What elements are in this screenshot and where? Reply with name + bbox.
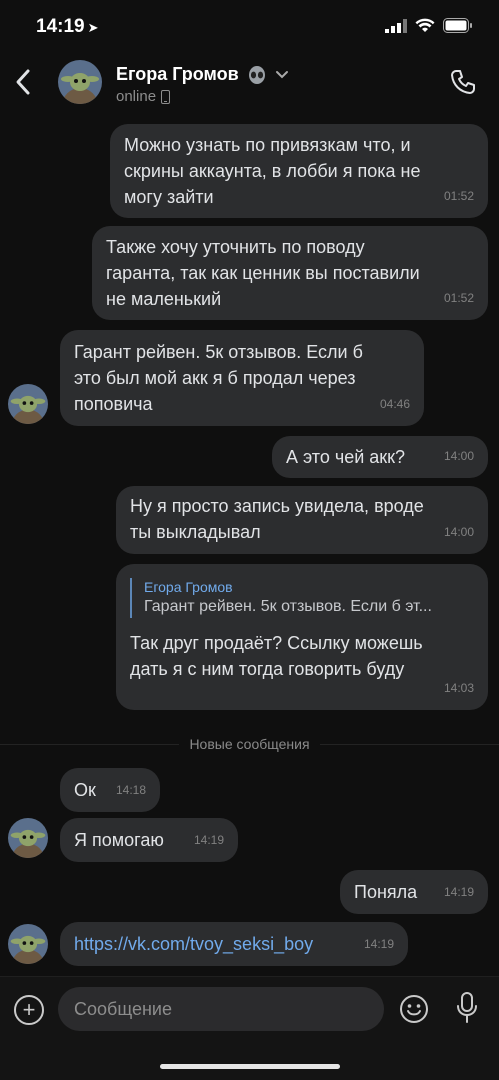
message-outgoing[interactable]: А это чей акк? 14:00 — [272, 436, 488, 478]
online-status: online — [116, 88, 157, 105]
location-arrow-icon: ➤ — [87, 20, 99, 35]
status-time: 14:19 — [36, 16, 85, 37]
avatar[interactable] — [8, 818, 48, 858]
message-time: 14:00 — [443, 525, 474, 539]
alien-emoji-icon — [248, 65, 265, 84]
message-time: 14:00 — [443, 449, 474, 463]
avatar[interactable] — [8, 924, 48, 964]
message-time: 14:19 — [193, 833, 224, 847]
message-text: Можно узнать по привязкам что, и скрины … — [124, 135, 421, 207]
message-text: Так друг продаёт? Ссылку можешь дать я с… — [130, 633, 423, 679]
message-incoming[interactable]: Ок 14:18 — [60, 768, 160, 812]
message-time: 01:52 — [443, 291, 474, 305]
new-messages-divider: Новые сообщения — [179, 736, 320, 752]
message-outgoing[interactable]: Можно узнать по привязкам что, и скрины … — [110, 124, 488, 218]
message-text: Также хочу уточнить по поводу гаранта, т… — [106, 237, 420, 309]
message-input[interactable] — [58, 987, 384, 1031]
contact-name[interactable]: Егора Громов — [116, 64, 239, 85]
mobile-icon — [161, 89, 171, 104]
message-time: 14:19 — [443, 885, 474, 899]
message-incoming[interactable]: Я помогаю 14:19 — [60, 818, 238, 862]
microphone-icon[interactable] — [454, 991, 480, 1025]
message-text: Ну я просто запись увидела, вроде ты вык… — [130, 496, 424, 542]
home-indicator — [160, 1064, 340, 1069]
message-time: 14:19 — [363, 937, 394, 951]
reply-quote[interactable]: Егора Громов Гарант рейвен. 5к отзывов. … — [130, 578, 474, 618]
signal-icon — [385, 18, 407, 33]
message-outgoing[interactable]: Поняла 14:19 — [340, 870, 488, 914]
emoji-icon[interactable] — [398, 993, 430, 1025]
message-time: 04:46 — [379, 397, 410, 411]
message-time: 01:52 — [443, 189, 474, 203]
avatar[interactable] — [8, 384, 48, 424]
message-incoming[interactable]: https://vk.com/tvoy_seksi_boy 14:19 — [60, 922, 408, 966]
reply-author: Егора Громов — [144, 579, 233, 595]
message-outgoing[interactable]: Также хочу уточнить по поводу гаранта, т… — [92, 226, 488, 320]
back-icon[interactable] — [12, 66, 34, 98]
avatar[interactable] — [58, 60, 102, 104]
phone-icon[interactable] — [449, 68, 477, 96]
chevron-down-icon[interactable] — [275, 70, 289, 80]
wifi-icon — [415, 18, 435, 32]
battery-icon — [443, 18, 472, 33]
chat-header: Егора Громов online — [0, 52, 499, 112]
message-input-box[interactable] — [58, 987, 384, 1031]
reply-text: Гарант рейвен. 5к отзывов. Если б эт... — [144, 598, 432, 615]
message-outgoing-reply[interactable]: Егора Громов Гарант рейвен. 5к отзывов. … — [116, 564, 488, 710]
message-text: Гарант рейвен. 5к отзывов. Если б это бы… — [74, 342, 363, 414]
plus-icon[interactable]: + — [14, 995, 44, 1025]
status-bar: 14:19 ➤ — [0, 0, 499, 52]
message-incoming[interactable]: Гарант рейвен. 5к отзывов. Если б это бы… — [60, 330, 424, 426]
message-time: 14:03 — [443, 681, 474, 695]
message-outgoing[interactable]: Ну я просто запись увидела, вроде ты вык… — [116, 486, 488, 554]
message-time: 14:18 — [115, 783, 146, 797]
message-link[interactable]: https://vk.com/tvoy_seksi_boy — [74, 931, 394, 957]
